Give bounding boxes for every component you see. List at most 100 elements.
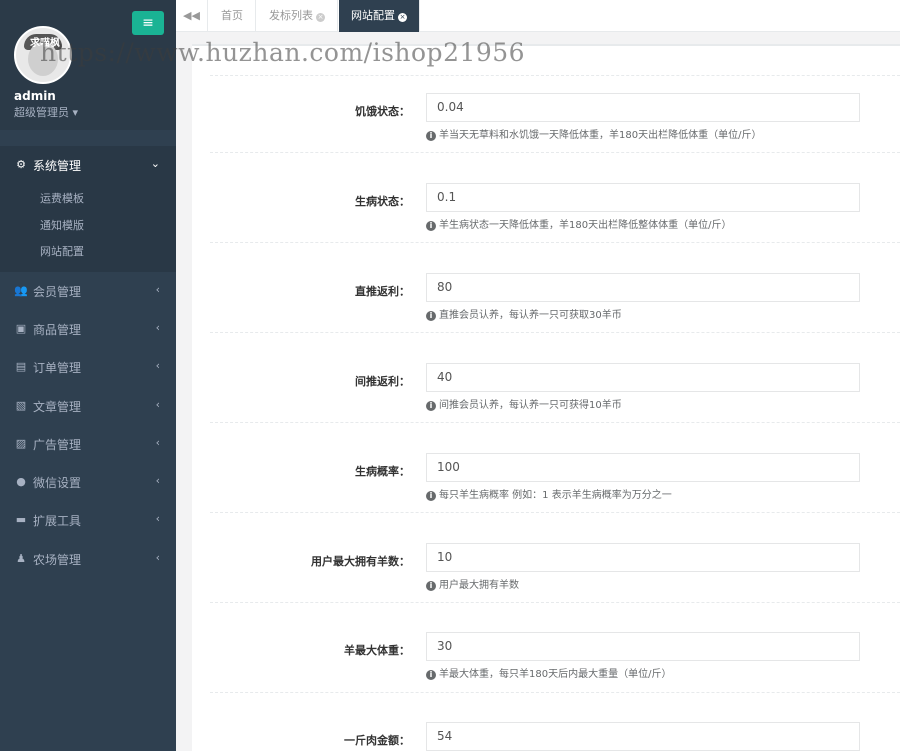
user-icon: ♟ <box>16 552 26 565</box>
tab-home[interactable]: 首页 <box>209 0 256 32</box>
chevron-left-icon: ‹ <box>155 512 160 525</box>
row-divider <box>210 692 900 693</box>
form-row: 用户最大拥有羊数： 10 i 用户最大拥有羊数 <box>192 543 900 603</box>
field-help: i 用户最大拥有羊数 <box>426 576 519 591</box>
form-row: 饥饿状态： 0.04 i 羊当天无草料和水饥饿一天降低体重，羊180天出栏降低体重（单… <box>192 93 900 153</box>
nav-item-tools[interactable]: ▬ 扩展工具 ‹ <box>0 501 176 539</box>
tab-site-config[interactable]: 网站配置 × <box>339 0 420 32</box>
form-row: 间推返利： 40 i 间推会员认养，每认养一只可获得10羊币 <box>192 363 900 423</box>
close-icon[interactable]: × <box>398 13 407 22</box>
avatar-text: 求喵枫 <box>30 38 60 49</box>
chevron-left-icon: ‹ <box>155 436 160 449</box>
nav-item-users[interactable]: 👥 会员管理 ‹ <box>0 272 176 310</box>
field-help-text: 羊生病状态一天降低体重，羊180天出栏降低整体体重（单位/斤） <box>439 220 732 231</box>
nav-item-cart[interactable]: ▤ 订单管理 ‹ <box>0 348 176 386</box>
nav-item-label: 扩展工具 <box>33 514 82 528</box>
field-input[interactable]: 10 <box>426 543 860 572</box>
picture-icon: ▨ <box>15 437 27 450</box>
config-form: 饥饿状态： 0.04 i 羊当天无草料和水饥饿一天降低体重，羊180天出栏降低体重（单… <box>192 44 900 751</box>
chevron-left-icon: ‹ <box>155 551 160 564</box>
field-label: 用户最大拥有羊数： <box>311 555 410 568</box>
nav-item-label: 微信设置 <box>33 476 82 490</box>
admin-role-dropdown[interactable]: 超级管理员 ▾ <box>14 104 78 120</box>
nav-item-system[interactable]: ⚙ 系统管理 ⌄ <box>0 146 176 184</box>
form-row: 生病状态： 0.1 i 羊生病状态一天降低体重，羊180天出栏降低整体体重（单位/斤） <box>192 183 900 243</box>
tab-bid-list[interactable]: 发标列表 × <box>257 0 338 32</box>
nav-item-label: 农场管理 <box>33 553 82 567</box>
field-label: 羊最大体重： <box>344 644 410 657</box>
tab-bar: ◀◀ 首页 发标列表 × 网站配置 × <box>176 0 900 32</box>
field-input[interactable]: 54 <box>426 722 860 751</box>
form-row: 一斤肉金额： 54 <box>192 722 900 751</box>
chevron-down-icon: ⌄ <box>150 157 160 170</box>
nav-item-gift[interactable]: ▣ 商品管理 ‹ <box>0 310 176 348</box>
chevron-left-icon: ‹ <box>155 321 160 334</box>
field-help: i 直推会员认养，每认养一只可获取30羊币 <box>426 306 622 321</box>
chevron-left-icon: ‹ <box>155 359 160 372</box>
row-divider <box>210 75 900 76</box>
sidebar: 求喵枫 admin 超级管理员 ▾ ≡ ⚙ 系统管理 ⌄ 运费模板 通知模版 网… <box>0 0 176 751</box>
field-input[interactable]: 30 <box>426 632 860 661</box>
tab-scroll-left-icon[interactable]: ◀◀ <box>176 0 208 32</box>
info-icon: i <box>426 311 436 321</box>
field-input[interactable]: 0.1 <box>426 183 860 212</box>
field-help-text: 直推会员认养，每认养一只可获取30羊币 <box>439 310 622 321</box>
nav-item-copy[interactable]: ▧ 文章管理 ‹ <box>0 387 176 425</box>
chevron-left-icon: ‹ <box>155 398 160 411</box>
info-icon: i <box>426 401 436 411</box>
field-label: 一斤肉金额： <box>344 734 410 747</box>
field-input[interactable]: 100 <box>426 453 860 482</box>
field-help-text: 用户最大拥有羊数 <box>439 580 519 591</box>
field-label: 饥饿状态： <box>355 105 410 118</box>
field-help: i 间推会员认养，每认养一只可获得10羊币 <box>426 396 622 411</box>
tab-label: 网站配置 <box>351 9 395 22</box>
avatar[interactable]: 求喵枫 <box>14 26 72 84</box>
field-help: i 羊当天无草料和水饥饿一天降低体重，羊180天出栏降低体重（单位/斤） <box>426 126 761 141</box>
field-label: 直推返利： <box>355 285 410 298</box>
close-icon[interactable]: × <box>316 13 325 22</box>
field-help: i 羊最大体重，每只羊180天后内最大重量（单位/斤） <box>426 665 671 680</box>
field-help: i 每只羊生病概率 例如：1 表示羊生病概率为万分之一 <box>426 486 672 501</box>
field-help-text: 每只羊生病概率 例如：1 表示羊生病概率为万分之一 <box>439 490 672 501</box>
tools-icon: ▬ <box>15 513 27 526</box>
field-input[interactable]: 0.04 <box>426 93 860 122</box>
field-help-text: 羊当天无草料和水饥饿一天降低体重，羊180天出栏降低体重（单位/斤） <box>439 130 762 141</box>
info-icon: i <box>426 491 436 501</box>
field-label: 间推返利： <box>355 375 410 388</box>
info-icon: i <box>426 221 436 231</box>
sub-item-site-config[interactable]: 网站配置 <box>40 243 84 259</box>
nav-item-label: 会员管理 <box>33 285 82 299</box>
users-icon: 👥 <box>14 284 28 297</box>
nav-item-label: 广告管理 <box>33 438 82 452</box>
gift-icon: ▣ <box>15 322 27 335</box>
chevron-left-icon: ‹ <box>155 474 160 487</box>
nav-item-label: 系统管理 <box>33 159 82 173</box>
nav-item-label: 文章管理 <box>33 400 82 414</box>
cart-icon: ▤ <box>15 360 27 373</box>
info-icon: i <box>426 581 436 591</box>
field-help: i 羊生病状态一天降低体重，羊180天出栏降低整体体重（单位/斤） <box>426 216 731 231</box>
nav-item-wechat[interactable]: ● 微信设置 ‹ <box>0 463 176 501</box>
form-row: 羊最大体重： 30 i 羊最大体重，每只羊180天后内最大重量（单位/斤） <box>192 632 900 692</box>
sub-item-notice-template[interactable]: 通知模版 <box>40 217 84 233</box>
menu-toggle-button[interactable]: ≡ <box>132 11 164 35</box>
admin-name[interactable]: admin <box>14 89 56 103</box>
field-help-text: 间推会员认养，每认养一只可获得10羊币 <box>439 400 622 411</box>
field-input[interactable]: 80 <box>426 273 860 302</box>
info-icon: i <box>426 670 436 680</box>
tab-label: 发标列表 <box>269 9 313 22</box>
field-help-text: 羊最大体重，每只羊180天后内最大重量（单位/斤） <box>439 669 672 680</box>
gear-icon: ⚙ <box>16 158 26 171</box>
field-input[interactable]: 40 <box>426 363 860 392</box>
field-label: 生病概率： <box>355 465 410 478</box>
nav-item-picture[interactable]: ▨ 广告管理 ‹ <box>0 425 176 463</box>
nav-item-label: 订单管理 <box>33 361 82 375</box>
sub-item-freight-template[interactable]: 运费模板 <box>40 190 84 206</box>
chevron-left-icon: ‹ <box>155 283 160 296</box>
copy-icon: ▧ <box>15 399 27 412</box>
field-label: 生病状态： <box>355 195 410 208</box>
tab-label: 首页 <box>221 9 243 22</box>
nav-item-user[interactable]: ♟ 农场管理 ‹ <box>0 540 176 578</box>
nav-item-label: 商品管理 <box>33 323 82 337</box>
form-row: 直推返利： 80 i 直推会员认养，每认养一只可获取30羊币 <box>192 273 900 333</box>
